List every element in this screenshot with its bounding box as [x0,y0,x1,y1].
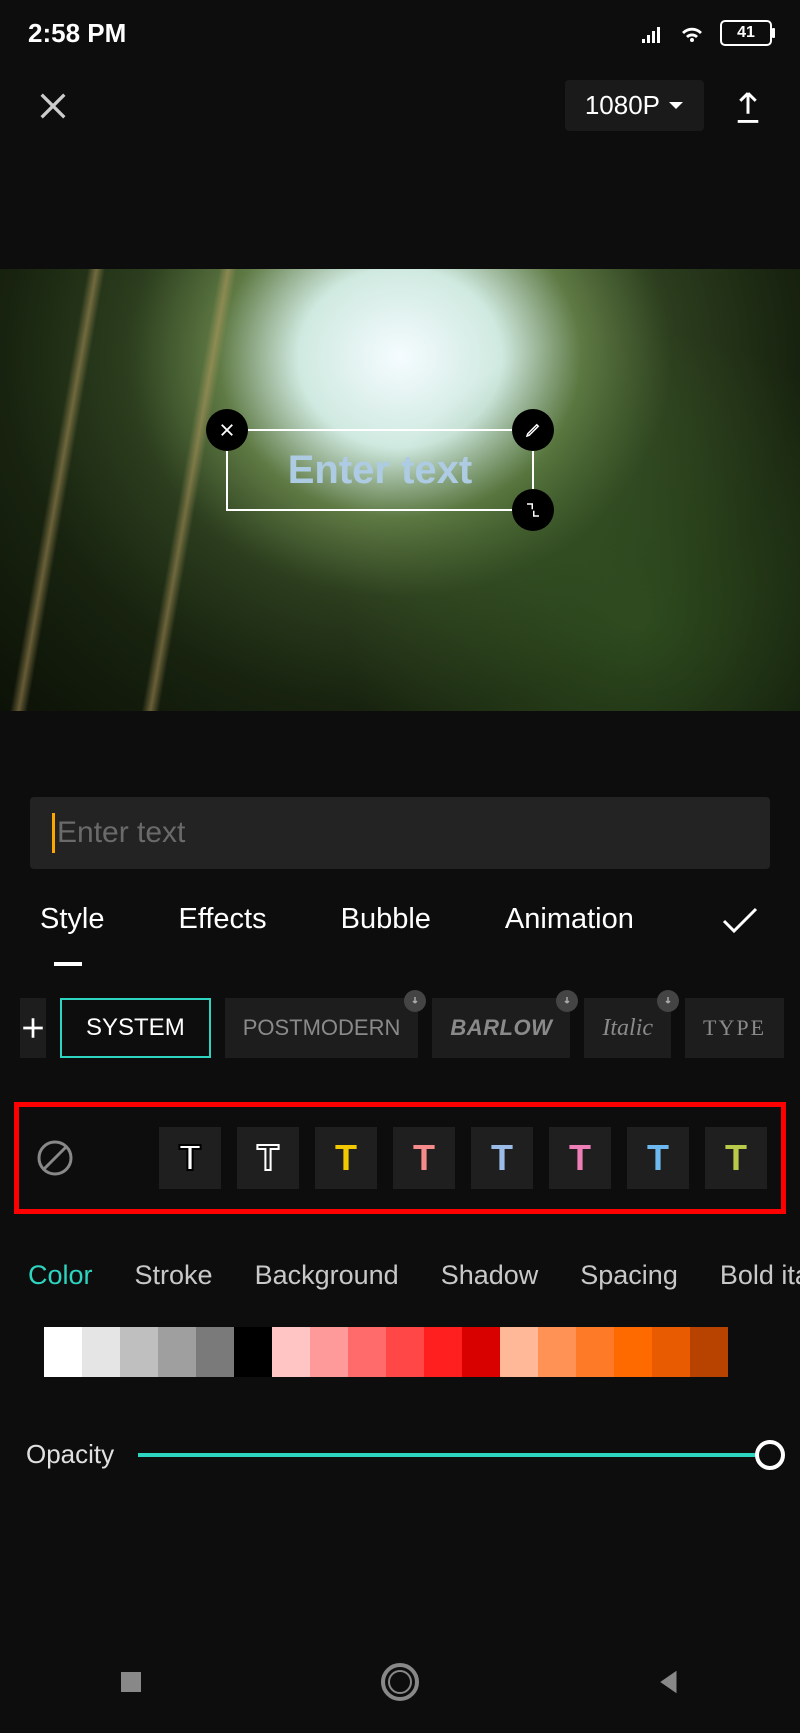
video-preview[interactable]: Enter text [0,269,800,711]
nav-home-icon[interactable] [379,1661,421,1703]
text-input-placeholder: Enter text [57,816,185,850]
sub-tab-background[interactable]: Background [255,1260,399,1291]
sub-tab-stroke[interactable]: Stroke [135,1260,213,1291]
font-chip-system[interactable]: SYSTEM [60,998,211,1058]
color-swatch-9[interactable] [386,1327,424,1377]
overlay-text: Enter text [288,448,473,493]
resolution-selector[interactable]: 1080P [565,80,704,131]
style-preset-4[interactable]: T [471,1127,533,1189]
status-bar: 2:58 PM 41 [0,0,800,56]
font-chip-barlow[interactable]: BARLOW [432,998,570,1058]
color-swatch-15[interactable] [614,1327,652,1377]
nav-back-icon[interactable] [654,1667,684,1697]
color-swatch-12[interactable] [500,1327,538,1377]
wifi-icon [678,22,706,44]
status-icons: 41 [640,20,772,46]
upload-icon[interactable] [732,88,764,124]
style-preset-1[interactable]: T [237,1127,299,1189]
download-icon [404,990,426,1012]
slider-thumb[interactable] [755,1440,785,1470]
color-swatch-2[interactable] [120,1327,158,1377]
sub-tab-color[interactable]: Color [28,1260,93,1291]
opacity-label: Opacity [26,1439,114,1470]
color-swatch-1[interactable] [82,1327,120,1377]
text-overlay-bounds[interactable]: Enter text [226,429,534,511]
sub-tab-spacing[interactable]: Spacing [580,1260,678,1291]
style-sub-tabs: Color Stroke Background Shadow Spacing B… [0,1214,800,1321]
color-swatch-16[interactable] [652,1327,690,1377]
overlay-edit-button[interactable] [512,409,554,451]
pencil-icon [524,421,542,439]
tab-indicator [54,962,82,966]
text-caret [52,813,55,853]
style-preset-row: TTTTTTTT [19,1127,781,1189]
font-chip-italic[interactable]: Italic [584,998,671,1058]
add-font-button[interactable] [20,998,46,1058]
font-row: SYSTEM POSTMODERN BARLOW Italic TYPE [0,954,800,1084]
style-preset-2[interactable]: T [315,1127,377,1189]
confirm-icon[interactable] [720,905,760,935]
signal-icon [640,23,664,43]
chevron-down-icon [668,101,684,111]
x-icon [218,421,236,439]
color-swatch-6[interactable] [272,1327,310,1377]
color-swatch-3[interactable] [158,1327,196,1377]
nav-recents-icon[interactable] [116,1667,146,1697]
color-swatch-13[interactable] [538,1327,576,1377]
status-time: 2:58 PM [28,18,126,49]
style-preset-0[interactable]: T [159,1127,221,1189]
style-preset-7[interactable]: T [705,1127,767,1189]
download-icon [556,990,578,1012]
color-swatch-5[interactable] [234,1327,272,1377]
none-icon [35,1138,75,1178]
sub-tab-bold-italic[interactable]: Bold ital [720,1260,800,1291]
color-swatch-4[interactable] [196,1327,234,1377]
opacity-slider[interactable] [138,1453,770,1457]
color-swatch-17[interactable] [690,1327,728,1377]
overlay-resize-handle[interactable] [512,489,554,531]
style-preset-3[interactable]: T [393,1127,455,1189]
close-icon[interactable] [36,89,70,123]
download-icon [657,990,679,1012]
color-swatch-0[interactable] [44,1327,82,1377]
style-preset-5[interactable]: T [549,1127,611,1189]
tab-animation[interactable]: Animation [505,903,634,936]
opacity-row: Opacity [0,1377,800,1470]
preset-none[interactable] [33,1136,77,1180]
color-swatch-11[interactable] [462,1327,500,1377]
sub-tab-shadow[interactable]: Shadow [441,1260,539,1291]
color-palette [44,1327,800,1377]
style-preset-6[interactable]: T [627,1127,689,1189]
font-chip-type[interactable]: TYPE [685,998,784,1058]
color-swatch-8[interactable] [348,1327,386,1377]
tab-style[interactable]: Style [40,903,104,936]
color-swatch-14[interactable] [576,1327,614,1377]
tab-effects[interactable]: Effects [178,903,266,936]
tab-bubble[interactable]: Bubble [341,903,431,936]
resolution-label: 1080P [585,90,660,121]
system-nav-bar [0,1643,800,1733]
plus-icon [20,1015,46,1041]
font-chip-postmodern[interactable]: POSTMODERN [225,998,419,1058]
preset-highlight-annotation: TTTTTTTT [14,1102,786,1214]
resize-icon [524,501,542,519]
top-controls: 1080P [0,56,800,155]
color-swatch-7[interactable] [310,1327,348,1377]
color-swatch-10[interactable] [424,1327,462,1377]
text-input[interactable]: Enter text [30,797,770,869]
main-tabs: Style Effects Bubble Animation [0,869,800,954]
overlay-delete-button[interactable] [206,409,248,451]
battery-icon: 41 [720,20,772,46]
